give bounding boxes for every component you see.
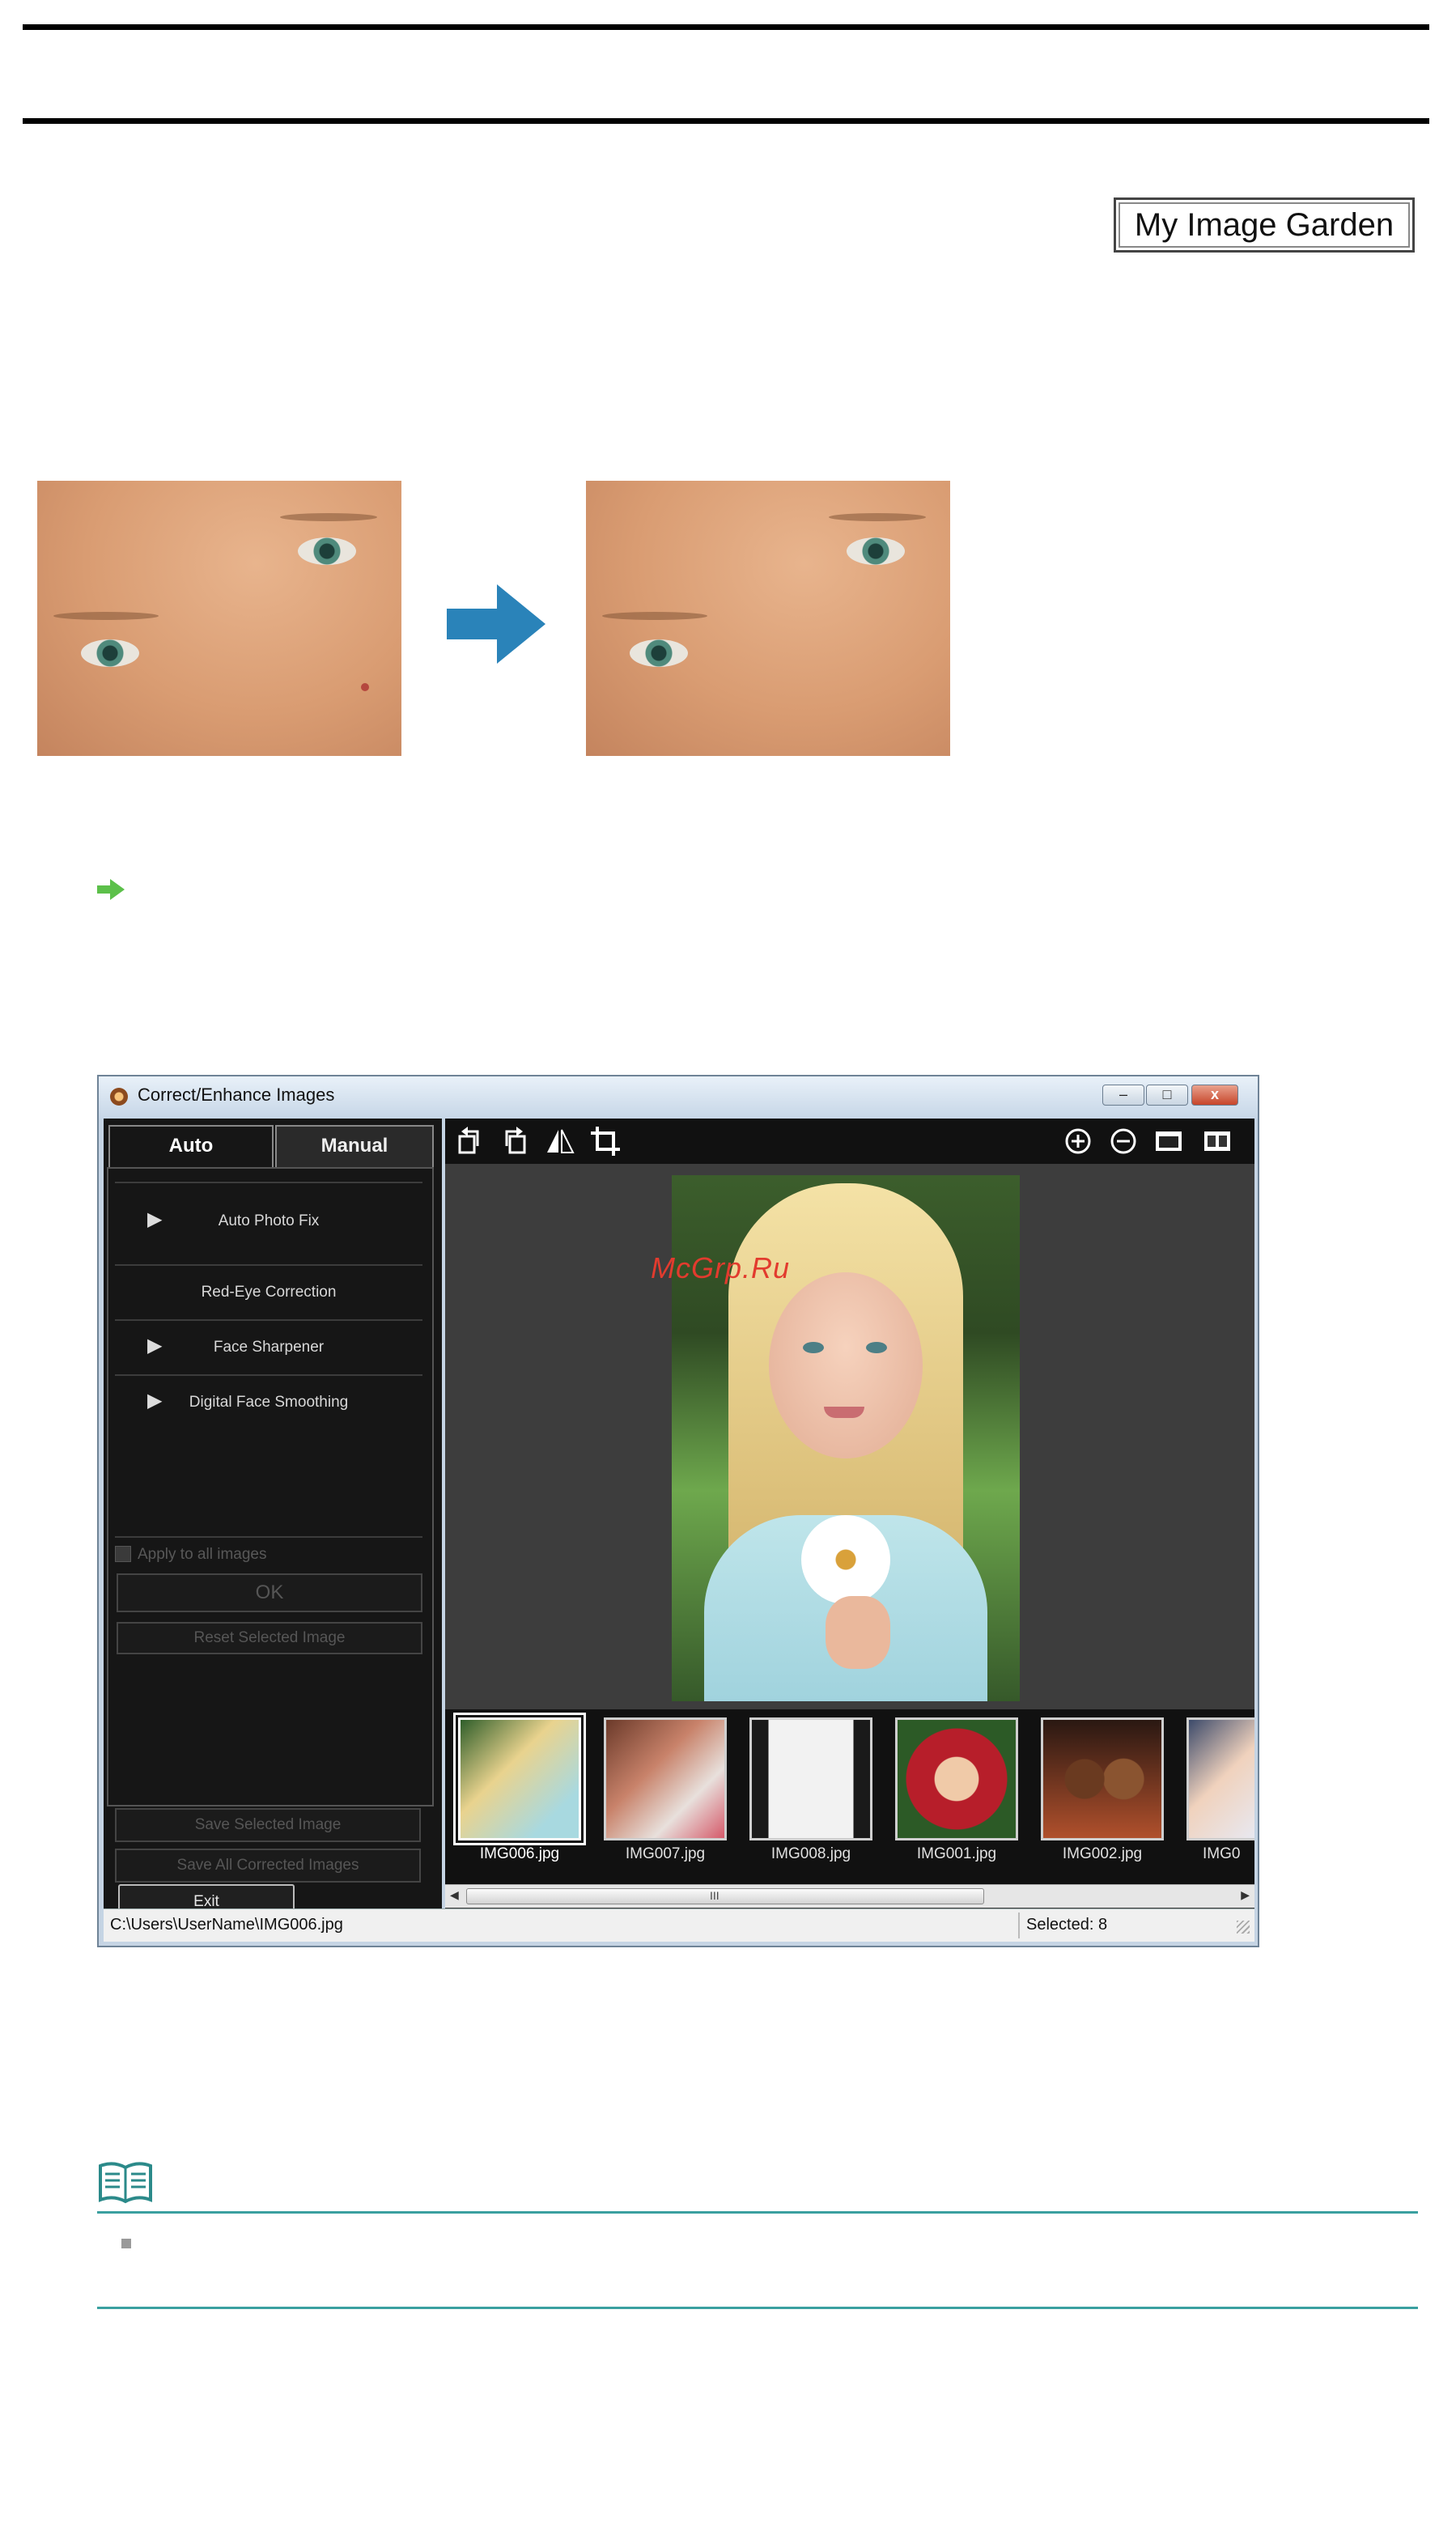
arrow-right-icon: [447, 584, 545, 664]
restore-button[interactable]: □: [1146, 1085, 1188, 1106]
before-photo: [37, 481, 401, 756]
after-photo: [586, 481, 950, 756]
thumbnail-img001[interactable]: [895, 1717, 1018, 1840]
apply-all-checkbox[interactable]: [115, 1546, 131, 1562]
digital-face-smoothing-item[interactable]: ▶ Digital Face Smoothing: [115, 1374, 422, 1552]
auto-photo-fix-item[interactable]: ▶ Auto Photo Fix: [115, 1182, 422, 1264]
corrections-panel: ▶ Auto Photo Fix Red-Eye Correction ▶ Fa…: [107, 1167, 434, 1806]
status-selected-count: Selected: 8: [1026, 1916, 1108, 1934]
status-bar: C:\Users\UserName\IMG006.jpg Selected: 8: [104, 1908, 1254, 1942]
note-bullet: [121, 2239, 131, 2248]
left-panel: Auto Manual ▶ Auto Photo Fix Red-Eye Cor…: [104, 1119, 442, 1920]
full-screen-icon[interactable]: [1152, 1125, 1185, 1157]
face-sharpener-item[interactable]: ▶ Face Sharpener: [115, 1319, 422, 1374]
thumbnail-label: IMG002.jpg: [1062, 1845, 1143, 1862]
thumbnail-strip: IMG006.jpg IMG007.jpg IMG008.jpg IMG001.…: [445, 1709, 1254, 1884]
compare-view-icon[interactable]: [1201, 1125, 1233, 1157]
tab-auto[interactable]: Auto: [108, 1125, 274, 1167]
zoom-in-icon[interactable]: [1062, 1125, 1094, 1157]
ok-button[interactable]: OK: [117, 1573, 422, 1612]
rotate-left-icon[interactable]: [453, 1125, 486, 1157]
window-title: Correct/Enhance Images: [138, 1085, 335, 1105]
note-bottom-rule: [97, 2307, 1418, 2309]
flip-horizontal-icon[interactable]: [544, 1125, 576, 1157]
link-arrow-icon[interactable]: [97, 879, 125, 900]
status-path: C:\Users\UserName\IMG006.jpg: [110, 1916, 343, 1934]
correct-enhance-window: Correct/Enhance Images – □ x Auto Manual…: [97, 1075, 1259, 1947]
top-rule: [23, 24, 1429, 30]
scroll-left-icon[interactable]: ◀: [450, 1888, 459, 1902]
zoom-out-icon[interactable]: [1107, 1125, 1140, 1157]
close-button[interactable]: x: [1191, 1085, 1238, 1106]
tab-manual[interactable]: Manual: [275, 1125, 434, 1167]
scroll-right-icon[interactable]: ▶: [1241, 1888, 1250, 1902]
app-icon: [110, 1088, 128, 1106]
title-bar[interactable]: Correct/Enhance Images – □ x: [99, 1076, 1258, 1119]
thumbnail-label: IMG007.jpg: [625, 1845, 706, 1862]
save-all-corrected-images-button[interactable]: Save All Corrected Images: [115, 1849, 421, 1883]
crop-icon[interactable]: [589, 1125, 622, 1157]
thumbnail-img0[interactable]: [1186, 1717, 1254, 1840]
rotate-right-icon[interactable]: [499, 1125, 531, 1157]
product-badge: My Image Garden: [1114, 197, 1415, 253]
thumbnail-img008[interactable]: [749, 1717, 872, 1840]
save-selected-image-button[interactable]: Save Selected Image: [115, 1808, 421, 1842]
thumbnail-img007[interactable]: [604, 1717, 727, 1840]
apply-all-row: Apply to all images: [115, 1536, 422, 1569]
thumbnail-label: IMG001.jpg: [916, 1845, 997, 1862]
red-eye-correction-item[interactable]: Red-Eye Correction: [115, 1264, 422, 1319]
status-divider: [1018, 1913, 1020, 1938]
scrollbar-thumb[interactable]: III: [466, 1888, 984, 1904]
watermark-text: McGrp.Ru: [651, 1251, 791, 1284]
thumbnail-label: IMG008.jpg: [770, 1845, 851, 1862]
header-rule: [23, 118, 1429, 124]
thumbnail-label: IMG0: [1203, 1845, 1241, 1862]
thumbnail-img002[interactable]: [1041, 1717, 1164, 1840]
thumbnail-label: IMG006.jpg: [479, 1845, 560, 1862]
reset-selected-image-button[interactable]: Reset Selected Image: [117, 1622, 422, 1654]
apply-all-label: Apply to all images: [138, 1546, 267, 1563]
toolbar: [445, 1119, 1254, 1164]
preview-area: IMG006.jpg IMG007.jpg IMG008.jpg IMG001.…: [445, 1119, 1254, 1908]
blemish-spot: [361, 683, 369, 691]
minimize-button[interactable]: –: [1102, 1085, 1144, 1106]
resize-grip-icon[interactable]: [1237, 1921, 1250, 1934]
note-top-rule: [97, 2211, 1418, 2214]
thumbnail-img006[interactable]: [453, 1713, 586, 1845]
horizontal-scrollbar[interactable]: ◀ III ▶: [445, 1884, 1254, 1908]
note-book-icon: [99, 2162, 152, 2204]
